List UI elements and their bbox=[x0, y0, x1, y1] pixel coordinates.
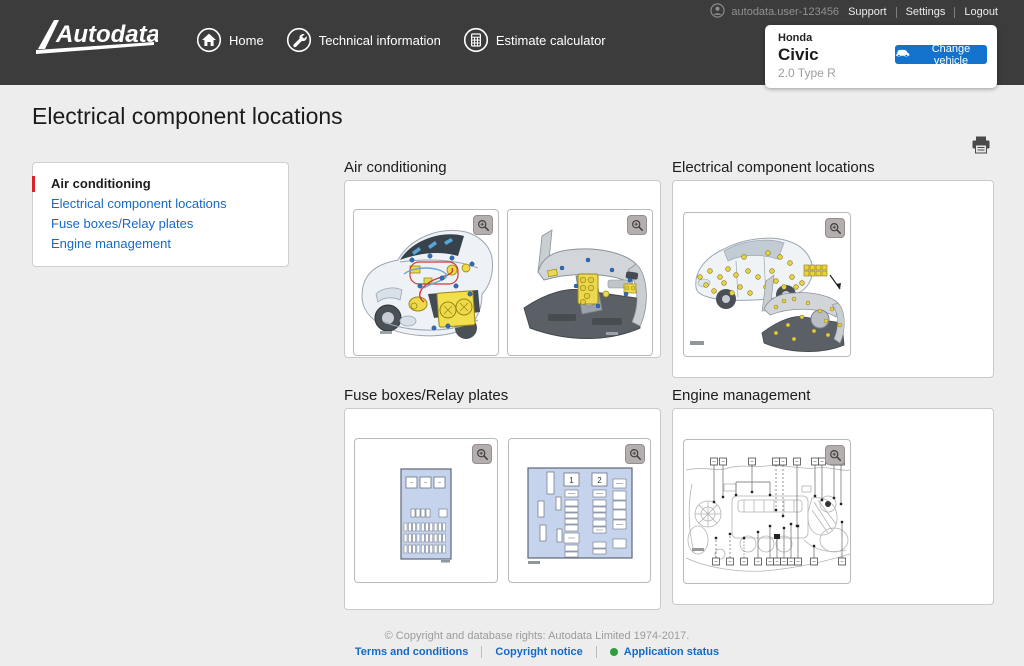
thumbnail-ac-interior[interactable] bbox=[507, 209, 653, 356]
magnifier-plus-icon[interactable] bbox=[825, 445, 845, 465]
magnifier-plus-icon[interactable] bbox=[472, 444, 492, 464]
person-icon bbox=[710, 3, 725, 21]
section-title-engine-management: Engine management bbox=[672, 387, 810, 404]
panel-fuse-boxes-relay-plates: 1 2 bbox=[344, 408, 661, 610]
printer-icon bbox=[971, 142, 991, 157]
fuse-box-label-2: 2 bbox=[597, 476, 602, 485]
footer-links: Terms and conditions Copyright notice Ap… bbox=[50, 646, 1024, 658]
application-status-link[interactable]: Application status bbox=[610, 646, 719, 658]
magnifier-plus-icon[interactable] bbox=[627, 215, 647, 235]
thumbnail-electrical-component-locations[interactable] bbox=[683, 212, 851, 357]
section-title-air-conditioning: Air conditioning bbox=[344, 159, 447, 176]
application-status-label: Application status bbox=[624, 646, 719, 658]
calculator-icon bbox=[463, 27, 489, 53]
fuse-box-label-1: 1 bbox=[569, 476, 574, 485]
thumbnail-ac-engine-bay[interactable] bbox=[353, 209, 499, 356]
page-title: Electrical component locations bbox=[32, 103, 343, 130]
support-link[interactable]: Support bbox=[848, 6, 887, 18]
page: autodata.user-123456 Support Settings Lo… bbox=[0, 0, 1024, 666]
print-button[interactable] bbox=[970, 136, 992, 156]
utility-row: autodata.user-123456 Support Settings Lo… bbox=[710, 4, 998, 20]
panel-electrical-component-locations bbox=[672, 180, 994, 378]
nav-estimate-calculator-label: Estimate calculator bbox=[496, 33, 606, 48]
copyright-notice-link[interactable]: Copyright notice bbox=[495, 646, 582, 658]
username-label: autodata.user-123456 bbox=[731, 6, 839, 18]
nav-technical-information-label: Technical information bbox=[319, 33, 441, 48]
section-title-electrical-component-locations: Electrical component locations bbox=[672, 159, 875, 176]
panel-engine-management bbox=[672, 408, 994, 605]
autodata-logo[interactable]: Autodata bbox=[28, 12, 158, 63]
sidebar-item-fuse-boxes-relay-plates[interactable]: Fuse boxes/Relay plates bbox=[33, 214, 288, 234]
thumbnail-fuse-box-1[interactable] bbox=[354, 438, 498, 583]
nav-home[interactable]: Home bbox=[196, 27, 264, 53]
change-vehicle-label: Change vehicle bbox=[915, 43, 987, 67]
divider bbox=[596, 646, 597, 658]
wrench-icon bbox=[286, 27, 312, 53]
divider bbox=[481, 646, 482, 658]
section-title-fuse-boxes-relay-plates: Fuse boxes/Relay plates bbox=[344, 387, 508, 404]
terms-and-conditions-link[interactable]: Terms and conditions bbox=[355, 646, 468, 658]
thumbnail-engine-management[interactable] bbox=[683, 439, 851, 584]
sidebar-item-engine-management[interactable]: Engine management bbox=[33, 234, 288, 254]
sidebar-menu: Air conditioning Electrical component lo… bbox=[32, 162, 289, 267]
settings-link[interactable]: Settings bbox=[906, 6, 946, 18]
divider bbox=[954, 7, 955, 18]
green-status-dot bbox=[610, 648, 618, 656]
magnifier-plus-icon[interactable] bbox=[473, 215, 493, 235]
car-icon bbox=[895, 48, 910, 61]
magnifier-plus-icon[interactable] bbox=[625, 444, 645, 464]
nav-estimate-calculator[interactable]: Estimate calculator bbox=[463, 27, 606, 53]
vehicle-variant: 2.0 Type R bbox=[778, 66, 836, 80]
change-vehicle-button[interactable]: Change vehicle bbox=[895, 45, 987, 64]
footer-copyright: © Copyright and database rights: Autodat… bbox=[50, 630, 1024, 642]
nav-technical-information[interactable]: Technical information bbox=[286, 27, 441, 53]
vehicle-make: Honda bbox=[778, 32, 812, 44]
logout-link[interactable]: Logout bbox=[964, 6, 998, 18]
vehicle-card: Honda Civic 2.0 Type R Change vehicle bbox=[765, 25, 997, 88]
user-chip: autodata.user-123456 bbox=[710, 3, 839, 21]
nav-home-label: Home bbox=[229, 33, 264, 48]
divider bbox=[896, 7, 897, 18]
home-icon bbox=[196, 27, 222, 53]
sidebar-item-electrical-component-locations[interactable]: Electrical component locations bbox=[33, 194, 288, 214]
vehicle-model: Civic bbox=[778, 45, 819, 65]
sidebar-item-air-conditioning[interactable]: Air conditioning bbox=[33, 174, 288, 194]
panel-air-conditioning bbox=[344, 180, 661, 358]
thumbnail-fuse-box-2[interactable]: 1 2 bbox=[508, 438, 651, 583]
magnifier-plus-icon[interactable] bbox=[825, 218, 845, 238]
main-nav: Home Technical information bbox=[196, 27, 606, 53]
